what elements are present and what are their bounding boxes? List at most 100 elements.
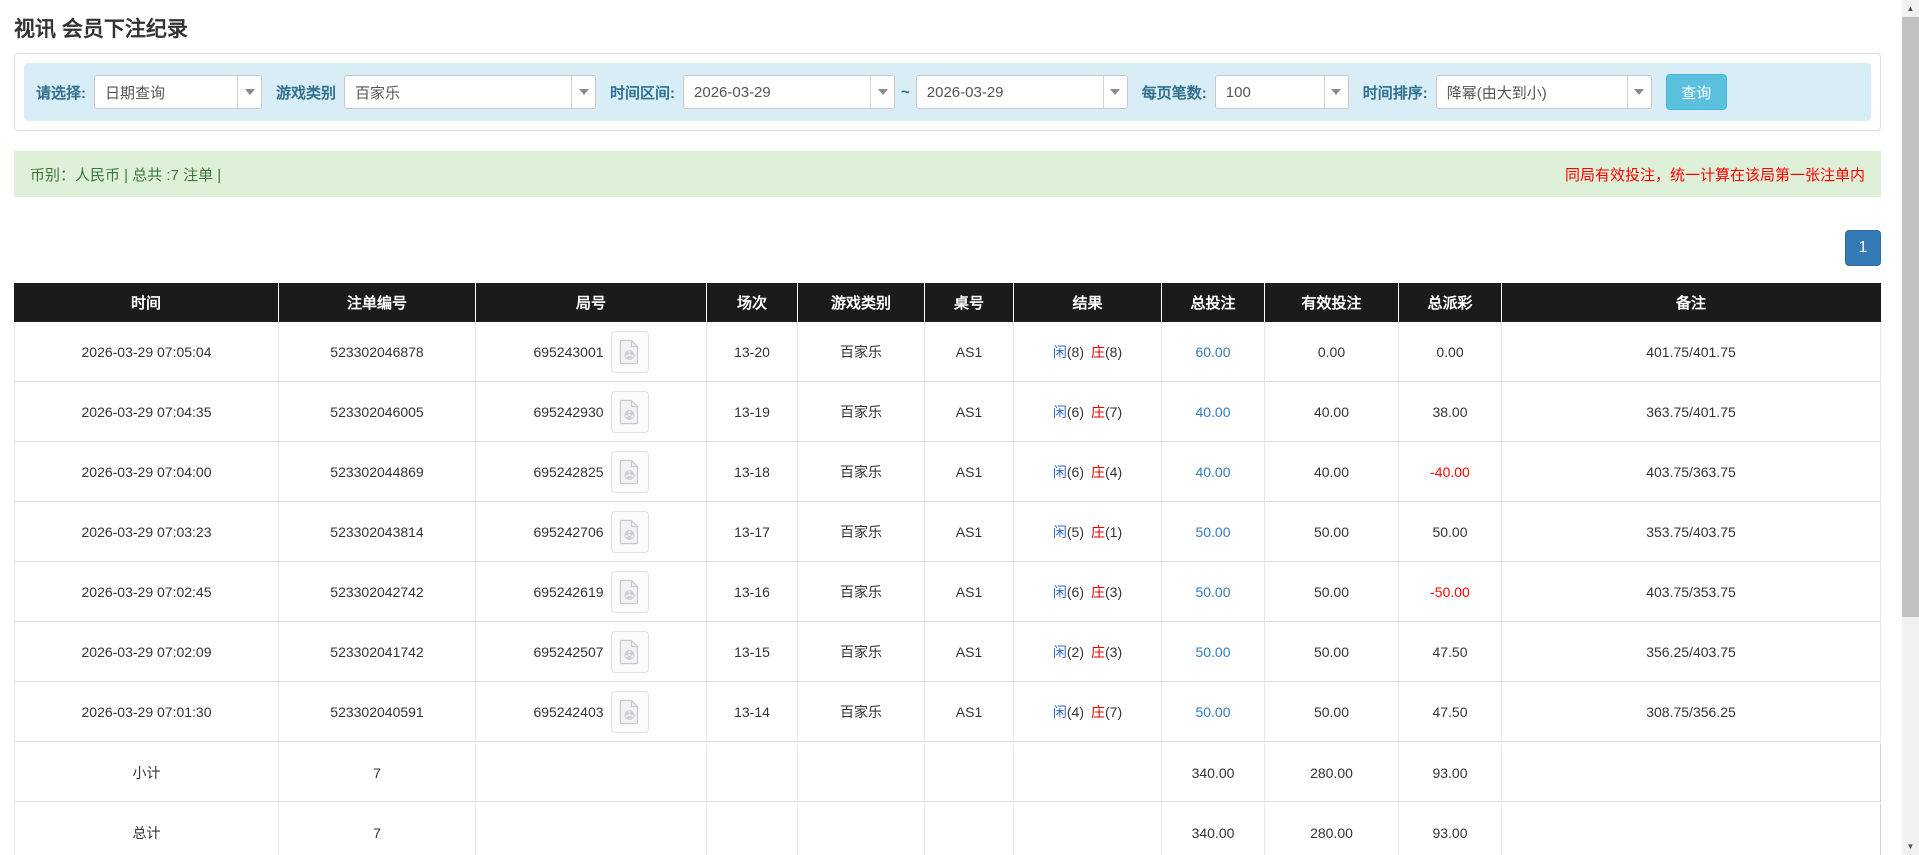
result-player-score: (8) — [1066, 343, 1084, 360]
table-row: 2026-03-29 07:01:30 523302040591 6952424… — [14, 682, 1881, 742]
validity-notice: 同局有效投注，统一计算在该局第一张注单内 — [1564, 166, 1865, 184]
total-bet-link[interactable]: 40.00 — [1195, 464, 1230, 480]
cell-result: 闲(6) 庄(7) — [1014, 382, 1162, 442]
video-replay-button[interactable] — [610, 390, 649, 433]
video-replay-button[interactable] — [610, 450, 649, 493]
date-to-value: 2026-03-29 — [926, 83, 1004, 101]
vertical-scrollbar[interactable]: ▲ ▼ — [1902, 0, 1919, 855]
col-header-session: 场次 — [707, 283, 798, 322]
page-size-combo[interactable]: 100 — [1214, 75, 1349, 109]
cell-table-no: AS1 — [925, 442, 1014, 502]
table-header-row: 时间 注单编号 局号 场次 游戏类别 桌号 结果 总投注 有效投注 总派彩 备注 — [14, 283, 1881, 322]
cell-bet-id: 523302043814 — [279, 502, 476, 562]
cell-result: 闲(6) 庄(4) — [1014, 442, 1162, 502]
round-id-text: 695242619 — [533, 583, 604, 600]
query-button[interactable]: 查询 — [1665, 74, 1727, 110]
filter-bar: 请选择: 日期查询 游戏类别 百家乐 时间区间: 2026-03-29 ~ 20… — [24, 63, 1871, 121]
chevron-down-icon[interactable] — [1626, 76, 1651, 108]
cell-total-bet: 50.00 — [1162, 502, 1265, 562]
cell-game-type: 百家乐 — [798, 622, 925, 682]
cell-time: 2026-03-29 07:04:00 — [14, 442, 279, 502]
video-file-icon — [619, 339, 639, 364]
result-banker: 庄 — [1091, 403, 1105, 420]
date-to-input[interactable]: 2026-03-29 — [915, 75, 1128, 109]
game-type-value: 百家乐 — [355, 84, 401, 102]
video-replay-button[interactable] — [610, 630, 649, 673]
page-button-1[interactable]: 1 — [1845, 230, 1881, 266]
video-replay-button[interactable] — [610, 510, 649, 553]
chevron-down-icon[interactable] — [1102, 76, 1127, 108]
round-id-text: 695243001 — [533, 343, 604, 360]
table-row: 2026-03-29 07:04:00 523302044869 6952428… — [14, 442, 1881, 502]
cell-session: 13-20 — [707, 322, 798, 382]
scrollbar-up-button[interactable]: ▲ — [1902, 0, 1919, 17]
game-type-combo[interactable]: 百家乐 — [344, 75, 597, 109]
select-type-combo[interactable]: 日期查询 — [94, 75, 262, 109]
cell-bet-id: 523302040591 — [279, 682, 476, 742]
cell-round-id: 695242619 — [476, 562, 707, 622]
cell-result: 闲(4) 庄(7) — [1014, 682, 1162, 742]
chevron-down-icon[interactable] — [237, 76, 261, 108]
round-id-text: 695242403 — [533, 703, 604, 720]
scrollbar-down-button[interactable]: ▼ — [1902, 838, 1919, 855]
cell-time: 2026-03-29 07:01:30 — [14, 682, 279, 742]
page-size-label: 每页笔数: — [1141, 84, 1207, 102]
cell-result: 闲(8) 庄(8) — [1014, 322, 1162, 382]
result-banker-score: (1) — [1105, 523, 1123, 540]
cell-remark: 403.75/363.75 — [1502, 442, 1881, 502]
total-bet-link[interactable]: 50.00 — [1195, 644, 1230, 660]
cell-payout: 0.00 — [1399, 322, 1502, 382]
cell-round-id: 695243001 — [476, 322, 707, 382]
cell-valid-bet: 0.00 — [1265, 322, 1399, 382]
time-range-label: 时间区间: — [610, 84, 676, 102]
result-banker: 庄 — [1091, 463, 1105, 480]
subtotal-count: 7 — [279, 742, 476, 802]
chevron-down-icon[interactable] — [870, 76, 895, 108]
cell-total-bet: 60.00 — [1162, 322, 1265, 382]
game-type-label: 游戏类别 — [276, 84, 337, 102]
cell-game-type: 百家乐 — [798, 502, 925, 562]
cell-payout: 38.00 — [1399, 382, 1502, 442]
chevron-down-icon[interactable] — [571, 76, 596, 108]
round-id-text: 695242706 — [533, 523, 604, 540]
table-row: 2026-03-29 07:02:45 523302042742 6952426… — [14, 562, 1881, 622]
select-type-label: 请选择: — [36, 84, 86, 102]
total-bet-link[interactable]: 50.00 — [1195, 524, 1230, 540]
scrollbar-thumb[interactable] — [1902, 17, 1919, 617]
total-bet-link[interactable]: 50.00 — [1195, 704, 1230, 720]
subtotal-payout: 93.00 — [1399, 742, 1502, 802]
col-header-payout: 总派彩 — [1399, 283, 1502, 322]
total-bet-link[interactable]: 50.00 — [1195, 584, 1230, 600]
cell-round-id: 695242706 — [476, 502, 707, 562]
grand-total-payout: 93.00 — [1399, 802, 1502, 855]
result-player: 闲 — [1052, 583, 1067, 600]
chevron-down-icon[interactable] — [1323, 76, 1348, 108]
video-replay-button[interactable] — [610, 690, 649, 733]
result-player-score: (4) — [1066, 703, 1084, 720]
grand-total-row: 总计 7 340.00 280.00 93.00 — [14, 802, 1881, 855]
cell-payout: 47.50 — [1399, 622, 1502, 682]
cell-result: 闲(2) 庄(3) — [1014, 622, 1162, 682]
grand-total-total-bet: 340.00 — [1162, 802, 1265, 855]
cell-time: 2026-03-29 07:02:09 — [14, 622, 279, 682]
result-banker: 庄 — [1091, 643, 1105, 660]
result-player-score: (6) — [1066, 583, 1084, 600]
sort-order-combo[interactable]: 降幂(由大到小) — [1435, 75, 1652, 109]
video-replay-button[interactable] — [610, 570, 649, 613]
result-player-score: (6) — [1066, 403, 1084, 420]
total-bet-link[interactable]: 40.00 — [1195, 404, 1230, 420]
cell-table-no: AS1 — [925, 682, 1014, 742]
cell-session: 13-18 — [707, 442, 798, 502]
video-replay-button[interactable] — [610, 330, 649, 373]
date-from-input[interactable]: 2026-03-29 — [683, 75, 896, 109]
video-file-icon — [619, 639, 639, 664]
cell-game-type: 百家乐 — [798, 562, 925, 622]
total-bet-link[interactable]: 60.00 — [1195, 344, 1230, 360]
cell-result: 闲(6) 庄(3) — [1014, 562, 1162, 622]
subtotal-label: 小计 — [14, 742, 279, 802]
cell-valid-bet: 40.00 — [1265, 382, 1399, 442]
result-player: 闲 — [1052, 403, 1067, 420]
result-banker-score: (4) — [1105, 463, 1123, 480]
cell-result: 闲(5) 庄(1) — [1014, 502, 1162, 562]
cell-time: 2026-03-29 07:03:23 — [14, 502, 279, 562]
